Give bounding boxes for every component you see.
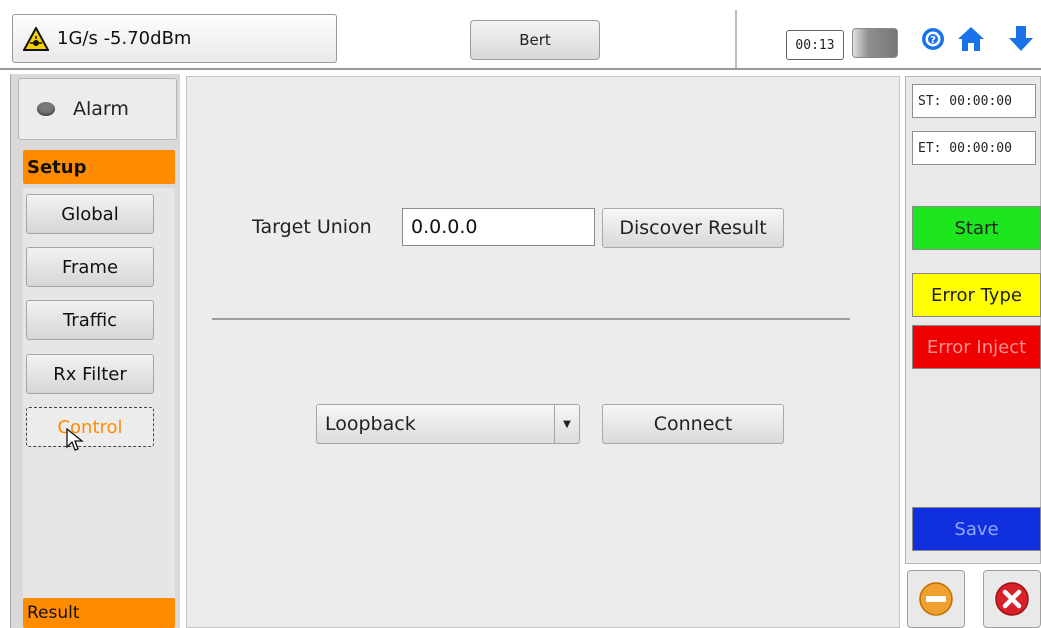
close-button[interactable] bbox=[983, 570, 1041, 628]
error-type-button[interactable]: Error Type bbox=[912, 273, 1041, 317]
header-separator bbox=[0, 68, 1041, 70]
end-time-display: ET: 00:00:00 bbox=[912, 131, 1036, 165]
alarm-indicator[interactable]: Alarm bbox=[18, 78, 177, 140]
alarm-led-icon bbox=[37, 102, 55, 116]
battery-icon bbox=[852, 28, 898, 58]
section-divider bbox=[212, 318, 850, 320]
close-icon bbox=[994, 581, 1030, 617]
nav-traffic-button[interactable]: Traffic bbox=[26, 300, 154, 340]
nav-global-button[interactable]: Global bbox=[26, 194, 154, 234]
help-icon[interactable]: ? bbox=[916, 22, 950, 56]
laser-warning-icon bbox=[23, 26, 49, 51]
start-button[interactable]: Start bbox=[912, 206, 1041, 250]
save-button[interactable]: Save bbox=[912, 507, 1041, 551]
start-time-display: ST: 00:00:00 bbox=[912, 84, 1036, 118]
setup-header[interactable]: Setup bbox=[23, 150, 175, 184]
down-arrow-icon[interactable] bbox=[1004, 22, 1038, 56]
alarm-label: Alarm bbox=[73, 98, 129, 120]
target-union-input[interactable] bbox=[402, 208, 595, 246]
target-union-label: Target Union bbox=[252, 216, 372, 238]
main-panel bbox=[186, 76, 900, 628]
dropdown-arrow-icon[interactable]: ▼ bbox=[554, 405, 579, 443]
timer-display: 00:13 bbox=[786, 30, 844, 60]
header-divider bbox=[735, 10, 737, 68]
signal-status[interactable]: 1G/s -5.70dBm bbox=[12, 14, 337, 63]
loopback-select-value: Loopback bbox=[325, 413, 416, 435]
error-inject-button[interactable]: Error Inject bbox=[912, 325, 1041, 369]
signal-text: 1G/s -5.70dBm bbox=[57, 28, 192, 49]
discover-result-button[interactable]: Discover Result bbox=[602, 208, 784, 248]
stop-button[interactable] bbox=[907, 570, 965, 628]
mode-button[interactable]: Bert bbox=[470, 20, 600, 60]
result-header[interactable]: Result bbox=[23, 598, 175, 628]
minus-icon bbox=[918, 581, 954, 617]
connect-button[interactable]: Connect bbox=[602, 404, 784, 444]
home-icon[interactable] bbox=[954, 22, 988, 56]
svg-text:?: ? bbox=[930, 35, 936, 46]
mouse-cursor-icon bbox=[66, 427, 84, 456]
nav-frame-button[interactable]: Frame bbox=[26, 247, 154, 287]
nav-rx-filter-button[interactable]: Rx Filter bbox=[26, 354, 154, 394]
nav-control-button[interactable]: Control bbox=[26, 407, 154, 447]
loopback-select[interactable]: Loopback ▼ bbox=[316, 404, 580, 444]
